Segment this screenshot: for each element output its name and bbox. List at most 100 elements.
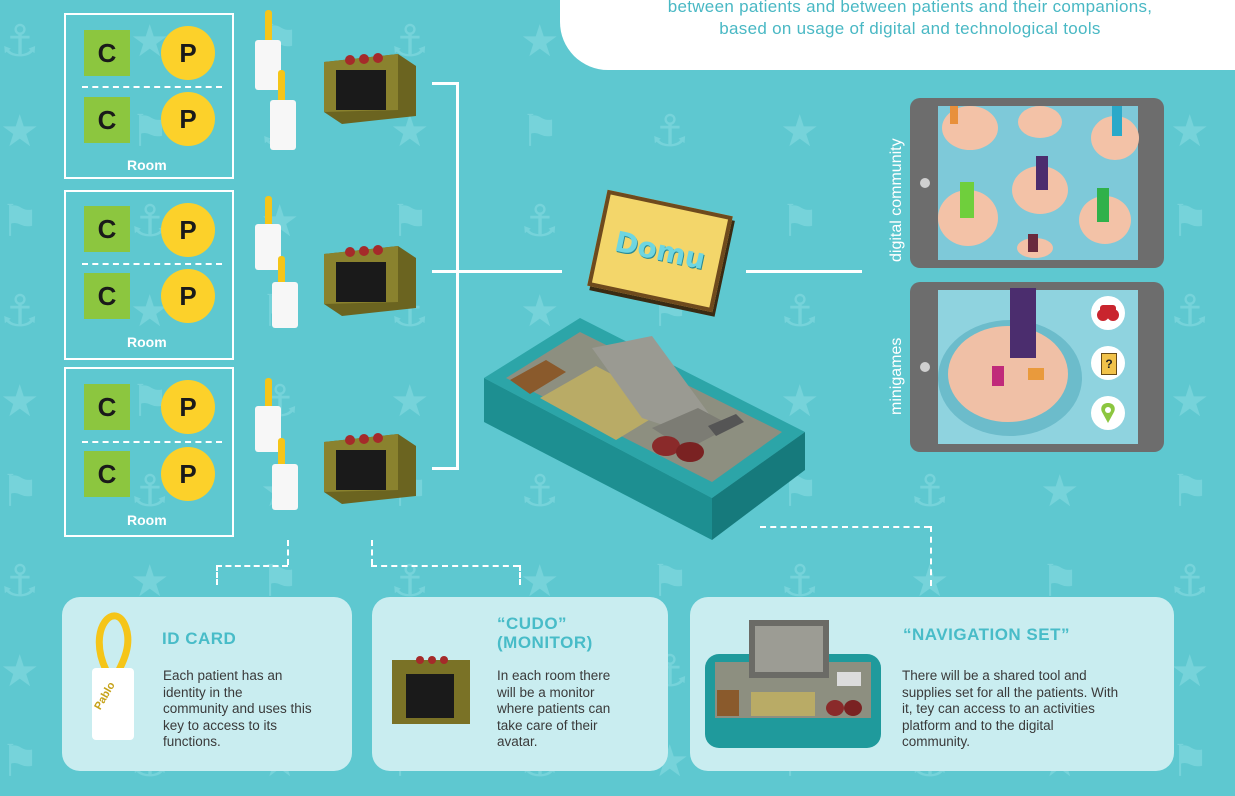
card-title-cudo-2: (MONITOR): [497, 633, 593, 652]
dashed-connector: [519, 565, 521, 585]
patient-tile: P: [161, 380, 215, 434]
monitor-icon: [392, 656, 470, 724]
monitor-icon: [324, 433, 416, 504]
palm-tree-icon: ⚑: [520, 106, 560, 157]
location-pin-icon[interactable]: [1091, 396, 1125, 430]
connector-line: [456, 82, 459, 470]
star-icon: ★: [1170, 646, 1210, 697]
anchor-icon: ⚓: [0, 556, 40, 607]
patient-tile: P: [161, 203, 215, 257]
tablet-digital-community: [910, 98, 1164, 268]
connector-line: [432, 82, 458, 85]
patient-tile: P: [161, 447, 215, 501]
dashed-connector: [216, 565, 288, 567]
key-tag-icon: [255, 196, 298, 328]
companion-tile: C: [84, 384, 130, 430]
card-body-id: Each patient has an identity in the comm…: [163, 668, 312, 751]
anchor-icon: ⚓: [910, 466, 950, 517]
anchor-icon: ⚓: [0, 16, 40, 67]
room-label: Room: [127, 157, 167, 173]
star-icon: ★: [1040, 466, 1080, 517]
key-tag-icon: [255, 378, 298, 510]
anchor-icon: ⚓: [520, 196, 560, 247]
domu-logo-text: Domu: [611, 224, 709, 277]
navigation-box-icon: [705, 620, 881, 748]
companion-tile: C: [84, 273, 130, 319]
tablet-label-minigames: minigames: [888, 337, 905, 415]
palm-tree-icon: ⚑: [0, 466, 40, 517]
patient-tile: P: [161, 92, 215, 146]
star-icon: ★: [780, 106, 820, 157]
anchor-icon: ⚓: [0, 286, 40, 337]
dashed-connector: [371, 565, 519, 567]
card-body-line: functions.: [163, 734, 221, 749]
star-icon: ★: [520, 16, 560, 67]
anchor-icon: ⚓: [650, 106, 690, 157]
palm-tree-icon: ⚑: [1170, 736, 1210, 787]
room-label: Room: [127, 512, 167, 528]
star-icon: ★: [1170, 106, 1210, 157]
hint-icon-glyph: ?: [1101, 353, 1117, 375]
anchor-icon: ⚓: [1170, 286, 1210, 337]
connector-line: [432, 467, 458, 470]
card-body-line: platform and to the digital: [902, 717, 1054, 733]
room-divider: [82, 441, 222, 443]
connector-line: [432, 270, 562, 273]
card-body-line: it, tey can access to an activities: [902, 701, 1095, 716]
star-icon: ★: [0, 646, 40, 697]
card-body-line: will be a monitor: [497, 684, 595, 700]
card-body-line: There will be a shared tool and: [902, 668, 1087, 683]
card-body-line: Each patient has an: [163, 668, 283, 683]
companion-tile: C: [84, 206, 130, 252]
monitor-icon: [324, 245, 416, 316]
room-divider: [82, 86, 222, 88]
dashed-connector: [930, 526, 932, 586]
palm-tree-icon: ⚑: [0, 196, 40, 247]
card-title-id: ID CARD: [162, 629, 237, 648]
card-body-line: identity in the: [163, 684, 243, 700]
card-body-line: avatar.: [497, 734, 538, 749]
room-divider: [82, 263, 222, 265]
card-body-line: community and uses this: [163, 701, 312, 716]
header-banner: between patients and between patients an…: [560, 0, 1235, 70]
dashed-connector: [216, 565, 218, 585]
card-body-line: take care of their: [497, 717, 598, 733]
hint-icon[interactable]: ?: [1091, 346, 1125, 380]
card-title-navigation: “NAVIGATION SET”: [903, 625, 1070, 644]
patient-tile: P: [161, 269, 215, 323]
tablet-label-community: digital community: [888, 138, 905, 262]
star-icon: ★: [0, 376, 40, 427]
palm-tree-icon: ⚑: [1170, 196, 1210, 247]
card-title-cudo-1: “CUDO”: [497, 614, 568, 633]
key-tag-icon: [255, 10, 296, 150]
connector-line: [746, 270, 862, 273]
binoculars-icon[interactable]: [1091, 296, 1125, 330]
palm-tree-icon: ⚑: [780, 196, 820, 247]
companion-tile: C: [84, 451, 130, 497]
palm-tree-icon: ⚑: [0, 736, 40, 787]
star-icon: ★: [390, 376, 430, 427]
header-line-1: between patients and between patients an…: [667, 0, 1153, 16]
room-label: Room: [127, 334, 167, 350]
patient-tile: P: [161, 26, 215, 80]
card-body-line: community.: [902, 734, 971, 749]
navigation-box-icon: [484, 318, 805, 540]
card-body-navigation: There will be a shared tool and supplies…: [902, 668, 1118, 751]
anchor-icon: ⚓: [1170, 556, 1210, 607]
companion-tile: C: [84, 30, 130, 76]
card-body-line: supplies set for all the patients. With: [902, 684, 1119, 700]
star-icon: ★: [1170, 376, 1210, 427]
monitor-icon: [324, 53, 416, 124]
tablet-minigames: [910, 282, 1164, 452]
card-body-line: key to access to its: [163, 717, 278, 733]
header-line-2: based on usage of digital and technologi…: [719, 19, 1101, 38]
palm-tree-icon: ⚑: [1170, 466, 1210, 517]
companion-tile: C: [84, 97, 130, 143]
key-tag-icon: [92, 612, 134, 740]
card-body-line: In each room there: [497, 668, 611, 683]
star-icon: ★: [0, 106, 40, 157]
dashed-connector: [371, 540, 373, 565]
card-body-line: where patients can: [497, 701, 611, 716]
card-body-cudo: In each room there will be a monitor whe…: [497, 668, 610, 751]
dashed-connector: [287, 540, 289, 565]
